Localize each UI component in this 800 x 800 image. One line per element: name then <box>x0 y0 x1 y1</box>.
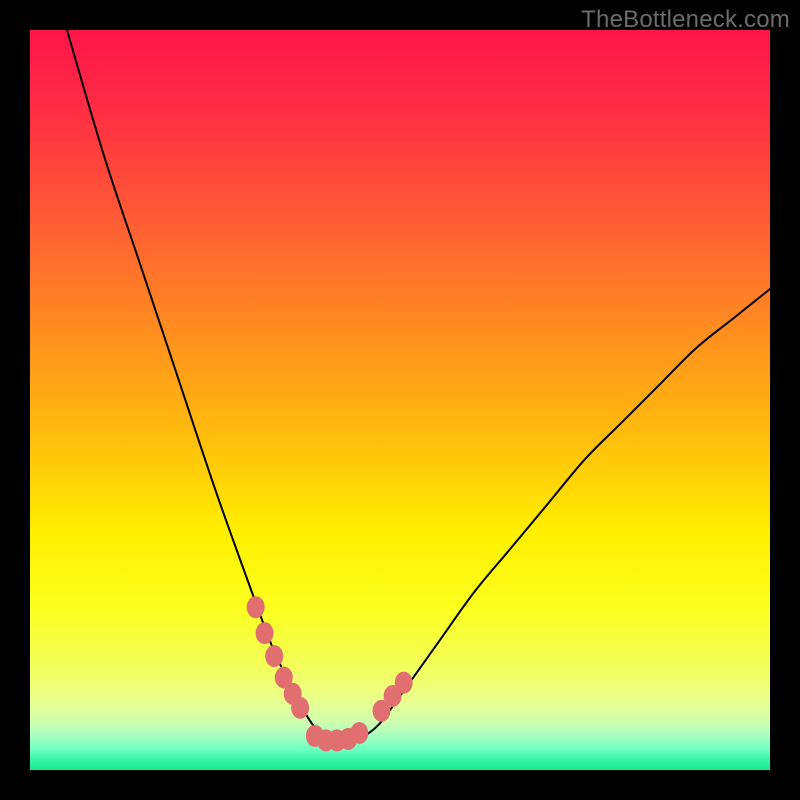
highlight-dot <box>291 697 309 719</box>
highlight-dots <box>247 596 413 751</box>
highlight-dot <box>350 722 368 744</box>
chart-plot <box>30 30 770 770</box>
chart-frame <box>30 30 770 770</box>
highlight-dot <box>265 645 283 667</box>
highlight-dot <box>395 672 413 694</box>
highlight-dot <box>247 596 265 618</box>
bottleneck-curve <box>67 30 770 741</box>
highlight-dot <box>256 622 274 644</box>
